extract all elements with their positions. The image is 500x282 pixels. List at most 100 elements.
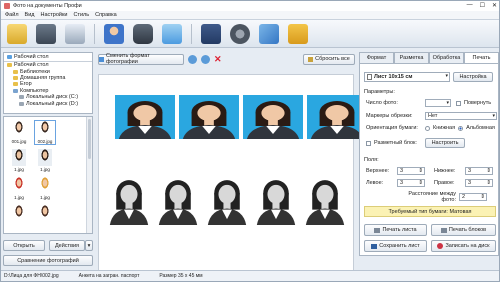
params-label: Параметры: — [364, 89, 395, 95]
thumbnail-caption: 1.jpg — [14, 167, 24, 172]
bottom-margin-spinner[interactable]: 3 ⇕ — [465, 167, 493, 175]
menu-style[interactable]: Стиль — [73, 12, 89, 18]
tree-node-label: Домашняя группа — [20, 74, 66, 81]
print-sheet-button[interactable]: Печать листа — [364, 224, 427, 236]
tree-node-label: Локальный диск (D:) — [26, 100, 79, 107]
write-disk-button[interactable]: Записать на диск — [431, 240, 496, 252]
rotate-left-icon[interactable] — [188, 54, 197, 64]
open-button[interactable]: Открыть — [3, 240, 45, 251]
tab-print[interactable]: Печать — [464, 52, 499, 63]
tree-node-label: Локальный диск (C:) — [26, 94, 79, 101]
photo-count-label: Число фото: — [366, 100, 398, 106]
right-margin-spinner[interactable]: 3 ⇕ — [465, 179, 493, 187]
thumbnail-caption: 1.jpg — [40, 167, 50, 172]
thumbnail-item[interactable]: 1.jpg — [9, 149, 29, 172]
reset-all-button[interactable]: Сбросить все — [303, 53, 355, 65]
folder-combo[interactable]: Рабочий стол — [4, 53, 92, 62]
thumbnail-item[interactable]: 1.jpg — [35, 149, 55, 172]
photo-thumbnail — [12, 177, 26, 194]
paper-size-select[interactable]: Лист 10х15 см — [364, 72, 450, 82]
toolbar-divider — [94, 23, 95, 44]
maximize-button[interactable]: ☐ — [480, 2, 485, 9]
settings-tabs: Формат Разметка Обработка Печать — [359, 52, 499, 63]
sheet-icon — [367, 74, 372, 80]
print-icon[interactable] — [65, 23, 85, 44]
spacing-spinner[interactable]: 2 ⇕ — [459, 193, 487, 201]
user-icon[interactable] — [104, 23, 124, 44]
change-format-button[interactable]: Сменить формат фотографии — [98, 53, 184, 65]
thumbnail-item-selected[interactable]: 002.jpg — [34, 120, 56, 145]
menu-view[interactable]: Вид — [25, 12, 35, 18]
print-blocks-button[interactable]: Печать блоков — [431, 224, 496, 236]
folder-icon — [13, 69, 18, 74]
orientation-label: Ориентация бумаги: — [366, 125, 418, 131]
tab-markup[interactable]: Разметка — [394, 52, 429, 63]
tree-node-disk-d[interactable]: Локальный диск (D:) — [4, 100, 92, 107]
left-margin-spinner[interactable]: 3 ⇕ — [397, 179, 425, 187]
rotate-right-icon[interactable] — [201, 54, 210, 64]
app-icon — [4, 3, 10, 9]
thumbnail-item[interactable] — [9, 205, 29, 223]
paper-size-value: Лист 10х15 см — [374, 74, 413, 80]
menu-file[interactable]: Файл — [5, 12, 19, 18]
rotate-checkbox[interactable] — [456, 100, 461, 106]
write-disk-label: Записать на диск — [445, 243, 490, 249]
photo-thumbnail — [38, 205, 52, 222]
thumbnail-item[interactable] — [35, 205, 55, 223]
actions-button[interactable]: Действия — [49, 240, 85, 251]
tab-processing[interactable]: Обработка — [429, 52, 464, 63]
save-sheet-button[interactable]: Сохранить лист — [364, 240, 427, 252]
tools-icon[interactable] — [259, 23, 279, 44]
open-folder-icon[interactable] — [7, 23, 27, 44]
print-settings-panel: Лист 10х15 см Настройка Параметры: Число… — [359, 63, 499, 256]
paper-type-banner: Требуемый тип бумаги: Матовая — [364, 206, 496, 217]
passport-photo-bw — [254, 173, 298, 225]
menu-bar: Файл Вид Настройки Стиль Справка — [1, 11, 499, 20]
photo-count-select[interactable] — [425, 99, 451, 107]
printer-icon — [374, 227, 381, 233]
cut-markers-label: Маркеры обрезки: — [366, 113, 413, 119]
thumbnail-list: 001.jpg 002.jpg 1.jpg 1.jpg 1.jpg 1.jpg — [3, 116, 93, 234]
toolbar-divider — [191, 23, 192, 44]
thumbnail-item[interactable]: 001.jpg — [9, 121, 29, 144]
configure-button[interactable]: Настроить — [425, 138, 465, 148]
passport-photo-color — [115, 95, 175, 139]
photo-edit-icon[interactable] — [162, 23, 182, 44]
menu-help[interactable]: Справка — [95, 12, 117, 18]
actions-dropdown-button[interactable]: ▾ — [85, 240, 93, 251]
passport-photo-color — [307, 95, 367, 139]
minimize-button[interactable]: — — [467, 2, 473, 9]
computer-icon — [13, 88, 18, 93]
photo-thumbnail — [12, 149, 26, 166]
status-document: Анкета на загран. паспорт — [78, 273, 140, 279]
thumbnail-item[interactable]: 1.jpg — [35, 177, 55, 200]
camera-icon[interactable] — [133, 23, 153, 44]
thumbnail-caption: 002.jpg — [37, 139, 53, 144]
tab-format[interactable]: Формат — [359, 52, 394, 63]
close-button[interactable]: ✕ — [492, 2, 497, 9]
spacing-label: Расстояние между фото: — [408, 191, 456, 203]
shopping-cart-icon[interactable] — [288, 23, 308, 44]
split-block-checkbox[interactable] — [366, 140, 371, 146]
scrollbar-thumb[interactable] — [88, 119, 91, 159]
video-icon[interactable] — [230, 23, 250, 44]
save-icon[interactable] — [36, 23, 56, 44]
thumbnail-scrollbar[interactable] — [86, 117, 92, 233]
reset-all-label: Сбросить все — [315, 56, 350, 62]
menu-settings[interactable]: Настройки — [40, 12, 67, 18]
printer-icon — [440, 227, 447, 233]
status-bar: D:\Лица для ФН\002.jpg Анкета на загран.… — [1, 270, 499, 281]
help-book-icon[interactable] — [201, 23, 221, 44]
paper-settings-button[interactable]: Настройка — [453, 72, 493, 82]
window-title: Фото на документы Профи — [13, 3, 82, 9]
cut-markers-select[interactable]: Нет — [425, 112, 497, 120]
portrait-radio[interactable] — [425, 125, 430, 131]
delete-icon[interactable]: ✕ — [214, 54, 222, 65]
landscape-radio[interactable] — [458, 125, 464, 131]
compare-photos-button[interactable]: Сравнение фотографий — [3, 255, 93, 266]
preview-area: Сменить формат фотографии ✕ Сбросить все — [95, 52, 367, 271]
top-margin-spinner[interactable]: 3 ⇕ — [397, 167, 425, 175]
thumbnail-item[interactable]: 1.jpg — [9, 177, 29, 200]
disc-icon — [437, 243, 444, 249]
folder-combo-label: Рабочий стол — [14, 54, 49, 60]
